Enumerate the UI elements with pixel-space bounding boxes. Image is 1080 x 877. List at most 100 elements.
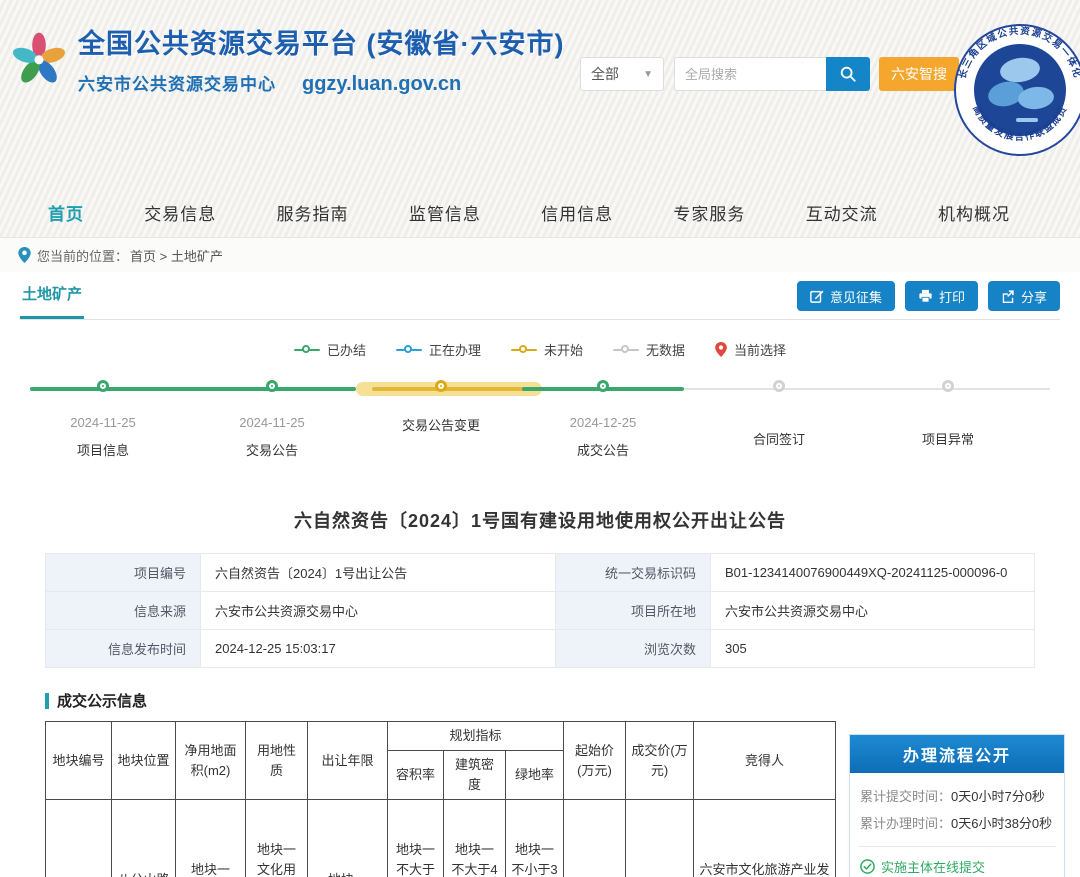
timeline-node-contract[interactable] bbox=[773, 380, 785, 392]
step-label: 成交公告 bbox=[543, 440, 663, 462]
col-header: 绿地率 bbox=[506, 751, 564, 800]
nav-item-about[interactable]: 机构概况 bbox=[938, 200, 1010, 225]
top-banner: 全国公共资源交易平台 (安徽省·六安市) 六安市公共资源交易中心 ggzy.lu… bbox=[0, 0, 1080, 238]
stat-label: 累计办理时间： bbox=[860, 816, 951, 831]
divider bbox=[858, 846, 1056, 847]
process-timeline: 2024-11-25 项目信息 2024-11-25 交易公告 交易公告变更 2… bbox=[20, 373, 1060, 481]
timeline-node-deal-notice[interactable] bbox=[597, 380, 609, 392]
info-value: 六安市公共资源交易中心 bbox=[201, 592, 556, 630]
deal-table: 地块编号 地块位置 净用地面积(m2) 用地性质 出让年限 规划指标 起始价(万… bbox=[45, 721, 836, 877]
page-title: 六自然资告〔2024〕1号国有建设用地使用权公开出让公告 bbox=[20, 507, 1060, 533]
cell-winner: 六安市文化旅游产业发展投资有限公司 安徽省房地产开发公司六安市公司 bbox=[694, 800, 836, 877]
content: 土地矿产 意见征集 打印 bbox=[0, 272, 1080, 877]
step-date: 2024-11-25 bbox=[212, 415, 332, 430]
alliance-badge: 长三角区域公共资源交易一体化 高质量发展合作联盟成员 bbox=[952, 22, 1080, 158]
nav-item-credit[interactable]: 信用信息 bbox=[541, 200, 613, 225]
main-nav: 首页 交易信息 服务指南 监管信息 信用信息 专家服务 互动交流 机构概况 bbox=[0, 200, 1080, 225]
legend-no-data-label: 无数据 bbox=[646, 340, 685, 359]
page: 全国公共资源交易平台 (安徽省·六安市) 六安市公共资源交易中心 ggzy.lu… bbox=[0, 0, 1080, 877]
timeline-legend: 已办结 正在办理 未开始 无数据 当前选择 bbox=[20, 340, 1060, 359]
deal-section: 成交公示信息 地块编号 地块位置 净用地面积(m2) 用地性质 出让年限 规划指… bbox=[20, 690, 1060, 877]
nav-item-experts[interactable]: 专家服务 bbox=[673, 200, 745, 225]
site-url: ggzy.luan.gov.cn bbox=[302, 73, 461, 96]
col-header: 地块编号 bbox=[46, 722, 112, 800]
search-button[interactable] bbox=[826, 57, 870, 91]
stat-label: 累计提交时间： bbox=[860, 789, 951, 804]
info-label: 浏览次数 bbox=[556, 630, 711, 668]
cell-term: 地块一 50年 地块二70年 bbox=[308, 800, 388, 877]
share-button[interactable]: 分享 bbox=[988, 281, 1060, 311]
cell-start-price: 75931 bbox=[564, 800, 626, 877]
location-pin-icon bbox=[18, 247, 31, 263]
panel-title: 办理流程公开 bbox=[850, 735, 1064, 773]
process-panel: 办理流程公开 累计提交时间：0天0小时7分0秒 累计办理时间：0天6小时38分0… bbox=[849, 734, 1065, 877]
step-date: 2024-11-25 bbox=[43, 415, 163, 430]
info-label: 信息来源 bbox=[46, 592, 201, 630]
section-title: 成交公示信息 bbox=[57, 690, 147, 711]
step-label: 交易公告变更 bbox=[402, 415, 480, 437]
cell-land-use: 地块一 文化用地 地块二 居住用地 bbox=[246, 800, 308, 877]
timeline-node-trade-notice[interactable] bbox=[266, 380, 278, 392]
nav-item-interaction[interactable]: 互动交流 bbox=[806, 200, 878, 225]
nav-item-home[interactable]: 首页 bbox=[48, 200, 84, 225]
legend-no-data: 无数据 bbox=[613, 340, 685, 359]
col-header: 竞得人 bbox=[694, 722, 836, 800]
info-label: 项目所在地 bbox=[556, 592, 711, 630]
col-header: 建筑密度 bbox=[444, 751, 506, 800]
brand: 全国公共资源交易平台 (安徽省·六安市) 六安市公共资源交易中心 ggzy.lu… bbox=[10, 22, 564, 96]
timeline-node-project-info[interactable] bbox=[97, 380, 109, 392]
site-title: 全国公共资源交易平台 (安徽省·六安市) bbox=[78, 22, 564, 61]
check-circle-icon bbox=[860, 859, 875, 874]
col-header: 成交价(万元) bbox=[626, 722, 694, 800]
cell-area: 地块一147219地块二95571 bbox=[176, 800, 246, 877]
cell-far: 地块一 不大于 1.2 地块二 不大于 1.4 bbox=[388, 800, 444, 877]
breadcrumb: 您当前的位置： 首页 > 土地矿产 bbox=[0, 238, 1080, 272]
cell-green-rate: 地块一不小于30% 地块二不小于40% bbox=[506, 800, 564, 877]
feedback-button[interactable]: 意见征集 bbox=[797, 281, 895, 311]
tab-land-mineral[interactable]: 土地矿产 bbox=[20, 283, 84, 319]
info-label: 统一交易标识码 bbox=[556, 554, 711, 592]
step-label: 项目异常 bbox=[888, 429, 1008, 451]
info-label: 信息发布时间 bbox=[46, 630, 201, 668]
stat-process-time: 累计办理时间：0天6小时38分0秒 bbox=[860, 810, 1054, 837]
step-date: 2024-12-25 bbox=[543, 415, 663, 430]
print-button[interactable]: 打印 bbox=[905, 281, 978, 311]
info-value: 六安市公共资源交易中心 bbox=[711, 592, 1035, 630]
legend-not-started: 未开始 bbox=[511, 340, 583, 359]
step-label: 交易公告 bbox=[212, 440, 332, 462]
search-area: 全部 ▼ 六安智搜 bbox=[580, 57, 959, 91]
info-value: 2024-12-25 15:03:17 bbox=[201, 630, 556, 668]
col-header: 地块位置 bbox=[112, 722, 176, 800]
nav-item-trade-info[interactable]: 交易信息 bbox=[144, 200, 216, 225]
printer-icon bbox=[918, 289, 933, 303]
edit-icon bbox=[810, 289, 824, 303]
info-value: 六自然资告〔2024〕1号出让公告 bbox=[201, 554, 556, 592]
timeline-node-exception[interactable] bbox=[942, 380, 954, 392]
breadcrumb-prefix: 您当前的位置： bbox=[37, 246, 128, 265]
cell-plot-no: 六出2024-2号 bbox=[46, 800, 112, 877]
cell-density: 地块一不大于40% 地块二不大于22% bbox=[444, 800, 506, 877]
col-header: 起始价(万元) bbox=[564, 722, 626, 800]
stat-submit-time: 累计提交时间：0天0小时7分0秒 bbox=[860, 783, 1054, 810]
col-header: 用地性质 bbox=[246, 722, 308, 800]
legend-completed: 已办结 bbox=[294, 340, 366, 359]
project-info-table: 项目编号 六自然资告〔2024〕1号出让公告 统一交易标识码 B01-12341… bbox=[45, 553, 1035, 668]
nav-item-supervision[interactable]: 监管信息 bbox=[409, 200, 481, 225]
search-input[interactable] bbox=[674, 57, 826, 91]
search-category-value: 全部 bbox=[591, 64, 619, 84]
nav-item-service-guide[interactable]: 服务指南 bbox=[277, 200, 349, 225]
table-row: 信息来源 六安市公共资源交易中心 项目所在地 六安市公共资源交易中心 bbox=[46, 592, 1035, 630]
timeline-node-notice-change[interactable] bbox=[435, 380, 447, 392]
legend-completed-label: 已办结 bbox=[327, 340, 366, 359]
table-row: 信息发布时间 2024-12-25 15:03:17 浏览次数 305 bbox=[46, 630, 1035, 668]
tab-row: 土地矿产 意见征集 打印 bbox=[20, 272, 1060, 320]
step-label: 合同签订 bbox=[719, 429, 839, 451]
legend-current-selection-label: 当前选择 bbox=[734, 340, 786, 359]
col-header: 净用地面积(m2) bbox=[176, 722, 246, 800]
cell-location: 八公山路以西、龙河路以北 bbox=[112, 800, 176, 877]
col-header-group: 规划指标 bbox=[388, 722, 564, 751]
smart-search-button[interactable]: 六安智搜 bbox=[879, 57, 959, 91]
search-category-select[interactable]: 全部 ▼ bbox=[580, 57, 664, 91]
breadcrumb-path[interactable]: 首页 > 土地矿产 bbox=[130, 246, 223, 265]
feedback-label: 意见征集 bbox=[830, 287, 882, 306]
